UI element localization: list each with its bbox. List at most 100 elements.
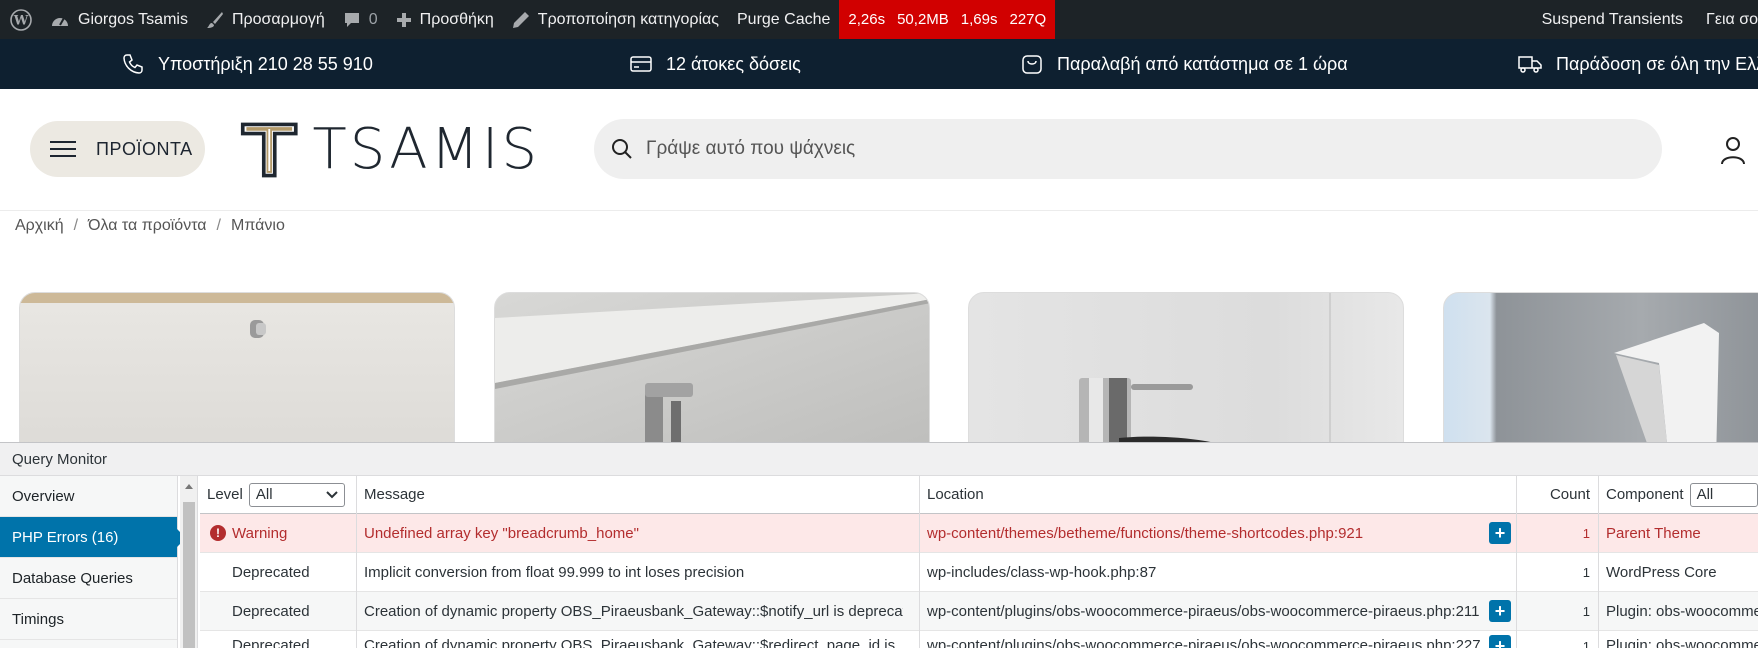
wordpress-logo-menu[interactable]: W xyxy=(0,0,41,39)
site-name-link[interactable]: Giorgos Tsamis xyxy=(41,0,197,39)
breadcrumb-home[interactable]: Αρχική xyxy=(15,217,64,235)
account-button[interactable] xyxy=(1720,135,1746,170)
category-image-4 xyxy=(1614,323,1719,461)
hamburger-icon xyxy=(50,141,76,157)
expand-stack-button[interactable]: + xyxy=(1489,522,1511,544)
location-cell[interactable]: wp-content/plugins/obs-woocommerce-pirae… xyxy=(920,592,1490,630)
location-cell[interactable]: wp-includes/class-wp-hook.php:87 xyxy=(920,553,1480,591)
component-filter-select[interactable]: All xyxy=(1689,482,1758,507)
category-card-2[interactable] xyxy=(494,292,930,462)
category-card-1[interactable] xyxy=(19,292,455,462)
table-row: Deprecated Creation of dynamic property … xyxy=(200,592,1758,631)
component-cell: Parent Theme xyxy=(1606,524,1701,542)
search-input[interactable] xyxy=(646,138,1546,160)
support-text: Υποστήριξη 210 28 55 910 xyxy=(158,53,373,74)
message-cell: Undefined array key "breadcrumb_home" xyxy=(364,524,639,542)
comments-link[interactable]: 0 xyxy=(334,0,387,39)
scrollbar-thumb[interactable] xyxy=(183,502,195,648)
plus-icon xyxy=(396,12,411,27)
query-monitor-sidebar: Overview PHP Errors (16) Database Querie… xyxy=(0,476,186,648)
wordpress-icon: W xyxy=(10,8,32,31)
table-row: Deprecated Creation of dynamic property … xyxy=(200,631,1758,648)
info-bar: Υποστήριξη 210 28 55 910 12 άτοκες δόσει… xyxy=(0,39,1758,89)
installments-info: 12 άτοκες δόσεις xyxy=(630,39,801,89)
count-cell: 1 xyxy=(1582,639,1590,648)
page-time: 2,26s xyxy=(848,11,886,28)
scroll-up-arrow-icon[interactable] xyxy=(185,484,193,489)
level-filter-select[interactable]: All xyxy=(248,482,345,507)
breadcrumb-all-products[interactable]: Όλα τα προϊόντα xyxy=(88,217,206,235)
purge-cache-link[interactable]: Purge Cache xyxy=(728,0,839,39)
message-cell: Implicit conversion from float 99.999 to… xyxy=(364,563,745,581)
message-cell: Creation of dynamic property OBS_Piraeus… xyxy=(364,637,896,648)
expand-stack-button[interactable]: + xyxy=(1489,600,1511,622)
table-header-row: Level All Message Location Count Compone… xyxy=(200,476,1758,514)
level-cell: Deprecated xyxy=(232,602,310,620)
php-errors-table: Level All Message Location Count Compone… xyxy=(200,476,1758,648)
category-card-4[interactable] xyxy=(1443,292,1758,462)
level-header-label: Level xyxy=(207,486,243,503)
qm-nav-php-errors[interactable]: PHP Errors (16) xyxy=(0,517,186,558)
qm-nav-overview[interactable]: Overview xyxy=(0,476,177,517)
svg-text:W: W xyxy=(13,13,29,28)
component-cell: Plugin: obs-woocomme xyxy=(1606,637,1758,648)
dashboard-icon xyxy=(52,17,68,26)
user-icon xyxy=(1721,137,1745,165)
products-menu-button[interactable]: ΠΡΟΪΟΝΤΑ xyxy=(30,121,205,177)
table-row: ! Warning Undefined array key "breadcrum… xyxy=(200,514,1758,553)
support-info[interactable]: Υποστήριξη 210 28 55 910 xyxy=(122,39,373,89)
level-value: Warning xyxy=(232,524,288,542)
count-cell: 1 xyxy=(1582,564,1590,580)
new-content-link[interactable]: Προσθήκη xyxy=(387,0,503,39)
comment-count: 0 xyxy=(368,10,378,28)
level-cell: Deprecated xyxy=(232,637,310,648)
pickup-text: Παραλαβή από κατάστημα σε 1 ώρα xyxy=(1057,53,1348,74)
purge-cache-label: Purge Cache xyxy=(737,10,831,28)
account-greeting[interactable]: Γεια σο xyxy=(1697,0,1758,39)
category-image-1 xyxy=(20,293,454,338)
breadcrumb-separator: / xyxy=(216,217,221,234)
suspend-transients-link[interactable]: Suspend Transients xyxy=(1533,0,1697,39)
site-logo[interactable]: TSAMIS xyxy=(240,117,540,183)
qm-nav-timings[interactable]: Timings xyxy=(0,599,177,640)
customize-label: Προσαρμογή xyxy=(231,10,325,28)
message-header[interactable]: Message xyxy=(357,476,903,513)
component-cell: WordPress Core xyxy=(1606,563,1717,581)
delivery-truck-icon xyxy=(1518,56,1542,73)
level-header: Level All xyxy=(200,476,356,513)
location-cell[interactable]: wp-content/themes/betheme/functions/them… xyxy=(920,514,1480,552)
component-filter-value: All xyxy=(1696,486,1714,503)
suspend-transients-label: Suspend Transients xyxy=(1541,10,1684,28)
logo-text: TSAMIS xyxy=(312,117,540,182)
query-count: 227Q xyxy=(1009,11,1047,28)
query-monitor-title[interactable]: Query Monitor xyxy=(0,443,1758,476)
store-bag-icon xyxy=(1022,55,1042,74)
error-icon: ! xyxy=(210,525,226,541)
query-monitor-stats[interactable]: 2,26s 50,2MB 1,69s 227Q xyxy=(839,0,1056,39)
installments-text: 12 άτοκες δόσεις xyxy=(666,53,801,74)
search-icon xyxy=(612,139,632,159)
new-label: Προσθήκη xyxy=(419,10,494,28)
memory-usage: 50,2MB xyxy=(897,11,949,28)
brush-icon xyxy=(206,11,223,28)
count-header[interactable]: Count xyxy=(1517,476,1598,513)
customize-link[interactable]: Προσαρμογή xyxy=(197,0,334,39)
qm-scrollbar[interactable] xyxy=(180,476,198,648)
location-header[interactable]: Location xyxy=(920,476,1516,513)
location-cell[interactable]: wp-content/plugins/obs-woocommerce-pirae… xyxy=(920,631,1490,648)
breadcrumb: Αρχική / Όλα τα προϊόντα / Μπάνιο xyxy=(15,217,285,235)
search-bar[interactable] xyxy=(594,119,1662,179)
query-monitor-panel: Query Monitor Overview PHP Errors (16) D… xyxy=(0,442,1758,648)
edit-label: Τροποποίηση κατηγορίας xyxy=(537,10,719,28)
delivery-text: Παράδοση σε όλη την Ελλ xyxy=(1556,53,1758,74)
pencil-icon xyxy=(512,11,529,28)
chevron-down-icon xyxy=(326,490,338,498)
category-image-3 xyxy=(1079,293,1331,461)
category-card-3[interactable] xyxy=(968,292,1404,462)
qm-nav-database-queries[interactable]: Database Queries xyxy=(0,558,177,599)
pickup-info: Παραλαβή από κατάστημα σε 1 ώρα xyxy=(1021,39,1348,89)
expand-stack-button[interactable]: + xyxy=(1489,635,1511,648)
edit-category-link[interactable]: Τροποποίηση κατηγορίας xyxy=(503,0,728,39)
admin-bar: W Giorgos Tsamis Προσαρμογή 0 Προσθήκη Τ… xyxy=(0,0,1758,39)
site-header: ΠΡΟΪΟΝΤΑ TSAMIS xyxy=(0,89,1758,211)
